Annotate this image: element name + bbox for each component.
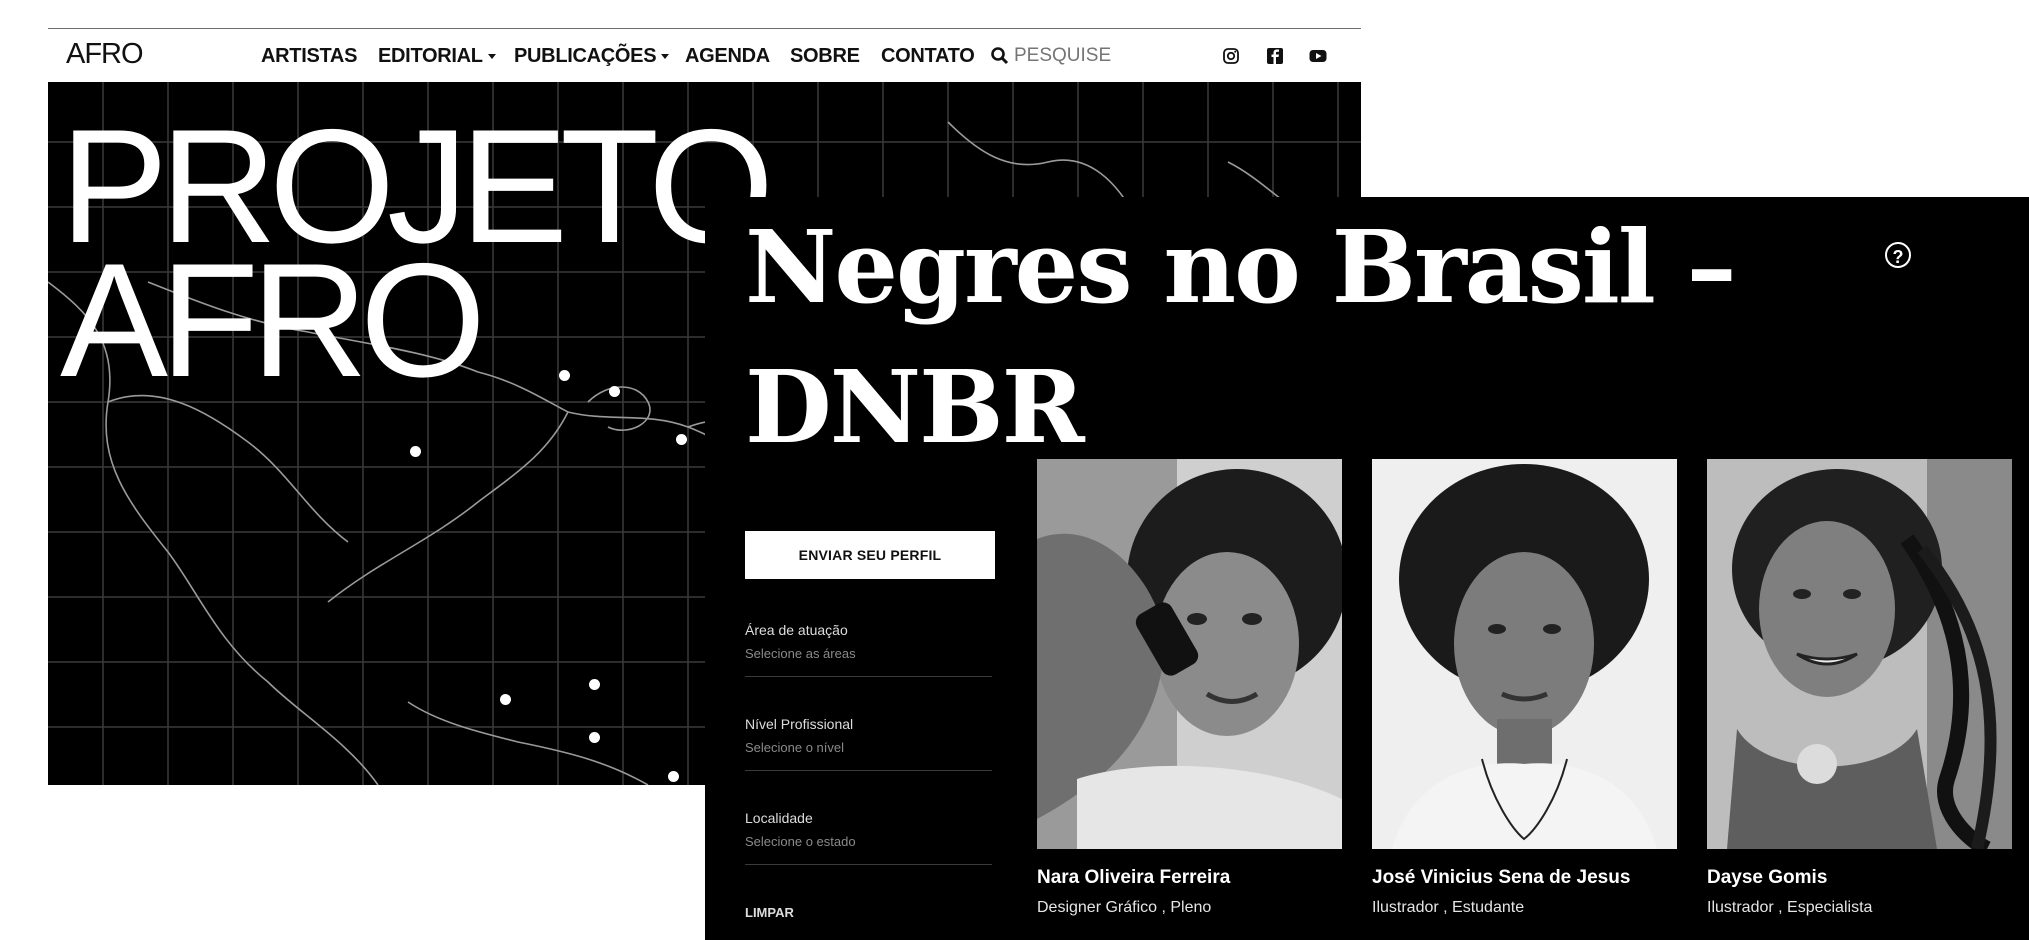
- help-icon[interactable]: ?: [1885, 242, 1911, 268]
- afro-logo[interactable]: AFRO: [66, 38, 144, 71]
- search-box: [988, 43, 1128, 71]
- nav-editorial[interactable]: EDITORIAL: [378, 45, 496, 68]
- nav-agenda[interactable]: AGENDA: [685, 45, 770, 68]
- map-marker[interactable]: [589, 732, 600, 743]
- profile-photo[interactable]: [1707, 459, 2012, 849]
- map-marker[interactable]: [589, 679, 600, 690]
- nav-contato[interactable]: CONTATO: [881, 45, 975, 68]
- filter-label: Nível Profissional: [745, 716, 854, 732]
- profile-name[interactable]: Dayse Gomis: [1707, 867, 1827, 889]
- facebook-icon[interactable]: [1266, 47, 1284, 65]
- clear-filters-button[interactable]: LIMPAR: [745, 905, 794, 920]
- chevron-down-icon: [487, 54, 496, 60]
- search-icon[interactable]: [990, 46, 1010, 66]
- map-marker[interactable]: [676, 434, 687, 445]
- dnbr-window: Negres no Brasil – DNBR ? ENVIAR SEU PER…: [705, 197, 2029, 940]
- profile-name[interactable]: Nara Oliveira Ferreira: [1037, 867, 1230, 889]
- profile-name[interactable]: José Vinicius Sena de Jesus: [1372, 867, 1630, 889]
- profile-role: Designer Gráfico , Pleno: [1037, 899, 1212, 916]
- profile-photo[interactable]: [1037, 459, 1342, 849]
- youtube-icon[interactable]: [1309, 47, 1327, 65]
- instagram-icon[interactable]: [1222, 47, 1240, 65]
- filter-label: Localidade: [745, 810, 813, 826]
- hero-title-line2: AFRO: [60, 230, 486, 411]
- profile-role: Ilustrador , Especialista: [1707, 899, 1873, 916]
- nav-publicacoes[interactable]: PUBLICAÇÕES: [514, 45, 670, 68]
- filter-select[interactable]: Selecione as áreas: [745, 646, 856, 661]
- nav-artistas[interactable]: ARTISTAS: [261, 45, 357, 68]
- filter-select[interactable]: Selecione o estado: [745, 834, 856, 849]
- nav-sobre[interactable]: SOBRE: [790, 45, 860, 68]
- chevron-down-icon: [661, 54, 670, 60]
- map-marker[interactable]: [500, 694, 511, 705]
- filter-location[interactable]: Localidade Selecione o estado: [745, 810, 992, 865]
- profile-role: Ilustrador , Estudante: [1372, 899, 1525, 916]
- map-marker[interactable]: [668, 771, 679, 782]
- filter-area[interactable]: Área de atuação Selecione as áreas: [745, 622, 992, 677]
- search-input[interactable]: [1014, 43, 1124, 69]
- top-navigation-bar: AFRO ARTISTAS EDITORIAL PUBLICAÇÕES AGEN…: [48, 28, 1361, 82]
- send-profile-button[interactable]: ENVIAR SEU PERFIL: [745, 531, 995, 579]
- map-marker[interactable]: [410, 446, 421, 457]
- filter-select[interactable]: Selecione o nível: [745, 740, 844, 755]
- page-title: Negres no Brasil – DNBR: [745, 208, 1737, 466]
- map-marker[interactable]: [559, 370, 570, 381]
- profile-photo[interactable]: [1372, 459, 1677, 849]
- map-marker[interactable]: [609, 386, 620, 397]
- filter-level[interactable]: Nível Profissional Selecione o nível: [745, 716, 992, 771]
- filter-label: Área de atuação: [745, 622, 848, 638]
